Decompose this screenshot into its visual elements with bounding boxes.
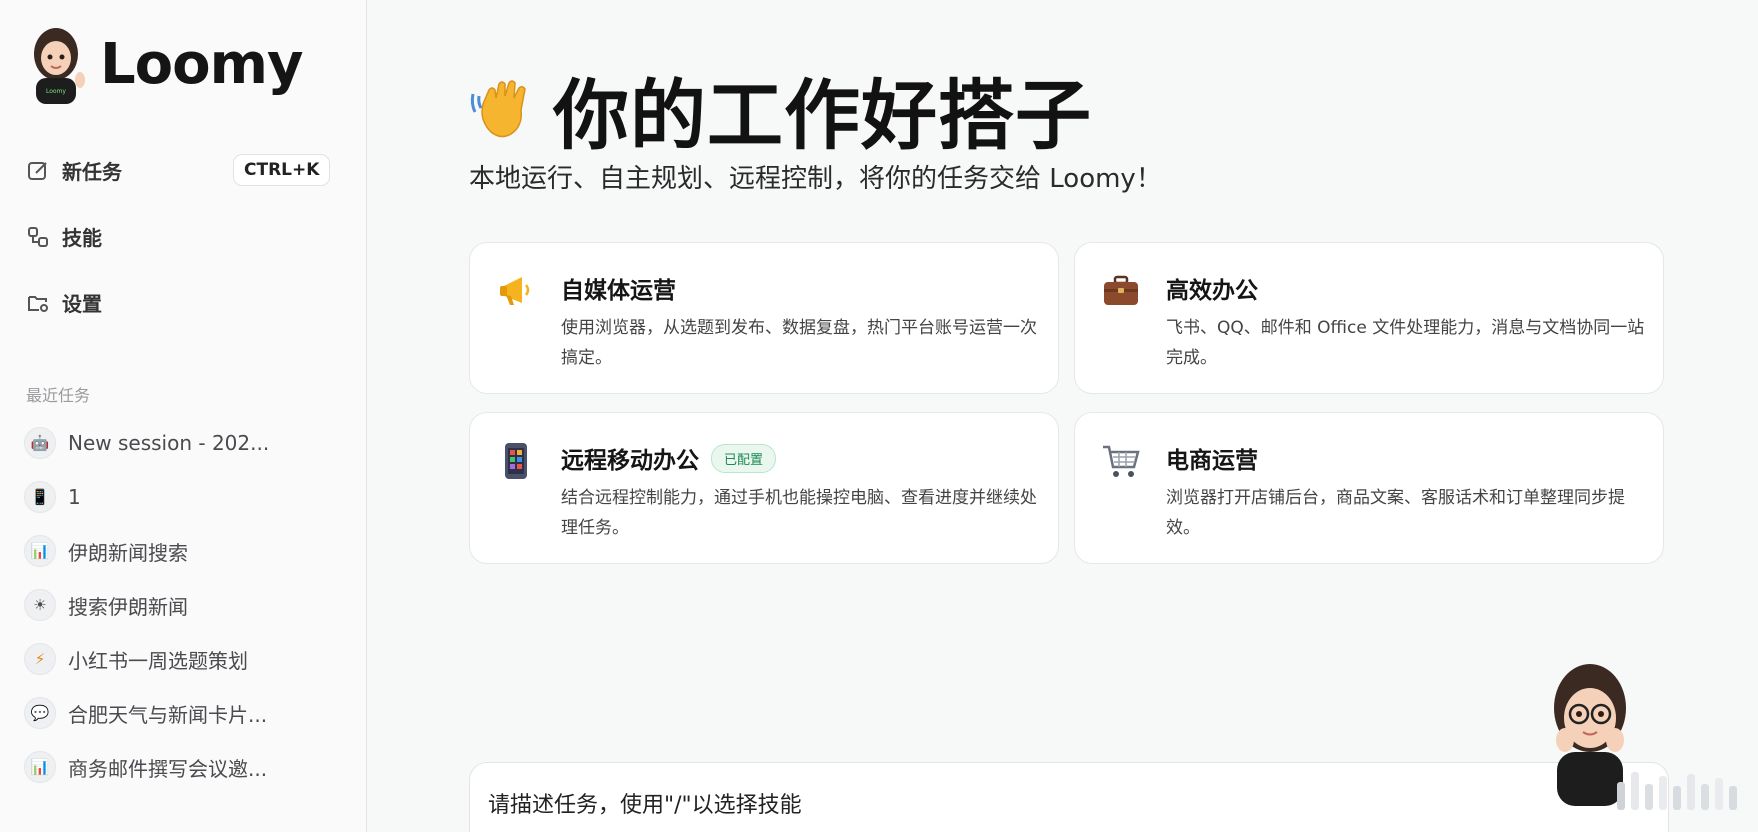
bar-chart-icon: 📊 bbox=[24, 751, 56, 783]
card-title: 远程移动办公 已配置 bbox=[561, 441, 777, 475]
recent-task-label: 商务邮件撰写会议邀... bbox=[68, 756, 268, 781]
nav-settings[interactable]: 设置 bbox=[26, 288, 102, 317]
card-description: 结合远程控制能力，通过手机也能操控电脑、查看进度并继续处理任务。 bbox=[561, 488, 1037, 538]
card-description: 浏览器打开店铺后台，商品文案、客服话术和订单整理同步提效。 bbox=[1166, 488, 1625, 538]
phone-icon bbox=[505, 443, 527, 479]
speech-bubble-icon: 💬 bbox=[24, 697, 56, 729]
nav-skills-label: 技能 bbox=[62, 226, 102, 250]
recent-task-list: 🤖 New session - 202... 📱 1 📊 伊朗新闻搜索 ☀ 搜索… bbox=[24, 416, 269, 794]
bar-chart-icon: 📊 bbox=[24, 535, 56, 567]
recent-task-label: 合肥天气与新闻卡片... bbox=[68, 702, 268, 727]
card-title: 电商运营 bbox=[1166, 448, 1258, 474]
sun-icon: ☀ bbox=[24, 589, 56, 621]
recent-task-label: 小红书一周选题策划 bbox=[68, 648, 248, 673]
phone-icon: 📱 bbox=[24, 481, 56, 513]
task-composer bbox=[469, 762, 1669, 832]
nav-skills[interactable]: 技能 bbox=[26, 222, 102, 251]
brand-avatar: Loomy bbox=[34, 28, 85, 104]
hero: 你的工作好搭子 bbox=[469, 54, 1092, 164]
page-title: 你的工作好搭子 bbox=[553, 71, 1092, 160]
robot-icon: 🤖 bbox=[24, 427, 56, 459]
recent-task-label: New session - 202... bbox=[68, 431, 270, 455]
card-media-operations[interactable]: 自媒体运营 使用浏览器，从选题到发布、数据复盘，热门平台账号运营一次搞定。 bbox=[469, 242, 1059, 394]
nav-new-task-label: 新任务 bbox=[62, 160, 122, 184]
nav-new-task[interactable]: 新任务 bbox=[26, 156, 122, 185]
recent-task-label: 1 bbox=[68, 485, 81, 509]
folder-gear-icon bbox=[26, 291, 50, 315]
recent-task-item[interactable]: 📊 伊朗新闻搜索 bbox=[24, 524, 269, 578]
shortcut-badge: CTRL+K bbox=[233, 154, 331, 186]
edit-icon bbox=[26, 159, 50, 183]
lightning-icon: ⚡ bbox=[24, 643, 56, 675]
app: Loomy Loomy 新任务 CTRL+K 技能 设置 最近任务 🤖 New … bbox=[0, 0, 1758, 832]
recent-task-item[interactable]: 🤖 New session - 202... bbox=[24, 416, 269, 470]
nav-settings-label: 设置 bbox=[62, 292, 102, 316]
card-ecommerce-operations[interactable]: 电商运营 浏览器打开店铺后台，商品文案、客服话术和订单整理同步提效。 bbox=[1074, 412, 1664, 564]
megaphone-icon bbox=[500, 277, 530, 305]
svg-text:Loomy: Loomy bbox=[46, 88, 66, 95]
recent-tasks-title: 最近任务 bbox=[26, 386, 91, 405]
audio-level-bars bbox=[1617, 772, 1737, 810]
shopping-cart-icon bbox=[1103, 445, 1140, 477]
configured-badge: 已配置 bbox=[711, 443, 777, 473]
briefcase-icon bbox=[1104, 275, 1138, 305]
card-description: 使用浏览器，从选题到发布、数据复盘，热门平台账号运营一次搞定。 bbox=[561, 318, 1037, 368]
card-description: 飞书、QQ、邮件和 Office 文件处理能力，消息与文档协同一站完成。 bbox=[1166, 318, 1645, 368]
recent-task-item[interactable]: 📱 1 bbox=[24, 470, 269, 524]
card-efficient-office[interactable]: 高效办公 飞书、QQ、邮件和 Office 文件处理能力，消息与文档协同一站完成… bbox=[1074, 242, 1664, 394]
card-title: 自媒体运营 bbox=[561, 278, 676, 304]
recent-task-item[interactable]: 📊 商务邮件撰写会议邀... bbox=[24, 740, 269, 794]
recent-task-item[interactable]: ☀ 搜索伊朗新闻 bbox=[24, 578, 269, 632]
recent-task-item[interactable]: ⚡ 小红书一周选题策划 bbox=[24, 632, 269, 686]
sidebar: Loomy Loomy 新任务 CTRL+K 技能 设置 最近任务 🤖 New … bbox=[0, 0, 367, 832]
brand: Loomy Loomy bbox=[24, 24, 303, 104]
card-title-text: 远程移动办公 bbox=[561, 448, 699, 474]
skills-icon bbox=[26, 225, 50, 249]
card-title: 高效办公 bbox=[1166, 278, 1258, 304]
task-input[interactable] bbox=[488, 787, 1388, 823]
card-remote-mobile-office[interactable]: 远程移动办公 已配置 结合远程控制能力，通过手机也能操控电脑、查看进度并继续处理… bbox=[469, 412, 1059, 564]
brand-name: Loomy bbox=[100, 31, 303, 97]
recent-task-item[interactable]: 💬 合肥天气与新闻卡片... bbox=[24, 686, 269, 740]
recent-task-label: 搜索伊朗新闻 bbox=[68, 594, 188, 619]
main-content: 你的工作好搭子 本地运行、自主规划、远程控制，将你的任务交给 Loomy！ 自媒… bbox=[367, 0, 1758, 832]
waving-hand-icon bbox=[470, 80, 526, 138]
recent-task-label: 伊朗新闻搜索 bbox=[68, 540, 188, 565]
page-subtitle: 本地运行、自主规划、远程控制，将你的任务交给 Loomy！ bbox=[469, 164, 1162, 194]
